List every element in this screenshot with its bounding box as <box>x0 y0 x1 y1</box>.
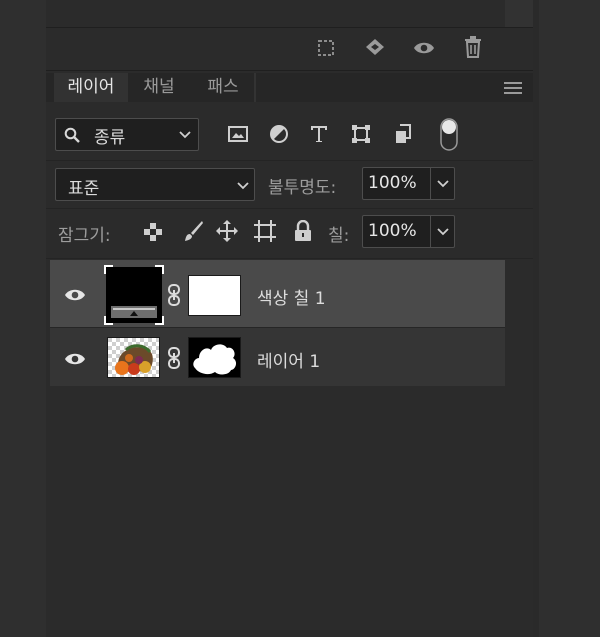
tab-channels[interactable]: 채널 <box>130 73 188 102</box>
chevron-down-icon <box>232 175 254 197</box>
trash-icon[interactable] <box>462 36 484 58</box>
layer-mask-thumbnail[interactable] <box>188 275 241 316</box>
upper-panel-scrollbar[interactable] <box>505 0 533 28</box>
panel-divider <box>46 70 533 71</box>
panel-tab-bar: 레이어 채널 패스 <box>46 73 533 102</box>
tab-paths[interactable]: 패스 <box>192 73 254 102</box>
opacity-input[interactable]: 100% <box>362 167 455 200</box>
layer-name[interactable]: 색상 칠 1 <box>257 284 326 309</box>
lock-image-pixels-icon[interactable] <box>182 220 204 242</box>
filter-type-label: 종류 <box>94 128 126 148</box>
opacity-label: 불투명도: <box>268 178 337 198</box>
lock-all-icon[interactable] <box>292 220 314 242</box>
blend-mode-value: 표준 <box>68 179 100 199</box>
opacity-separator <box>430 168 431 199</box>
lock-position-icon[interactable] <box>216 220 238 242</box>
visibility-eye-icon[interactable] <box>64 284 86 306</box>
left-dock-edge <box>0 0 46 637</box>
layer-row-color-fill[interactable]: 색상 칠 1 <box>50 260 505 327</box>
toolbar-divider <box>46 258 533 259</box>
filter-adjustment-layer-icon[interactable] <box>268 123 290 145</box>
layer-mask-thumbnail[interactable] <box>188 337 241 378</box>
color-fill-thumbnail[interactable] <box>103 264 165 326</box>
filter-type-select[interactable]: 종류 <box>55 118 199 151</box>
tab-layers[interactable]: 레이어 <box>54 73 128 102</box>
chevron-down-icon[interactable] <box>432 173 454 195</box>
lock-artboard-icon[interactable] <box>254 220 276 242</box>
mask-link-icon[interactable] <box>163 347 185 369</box>
fill-label: 칠: <box>328 226 350 246</box>
chevron-down-icon[interactable] <box>432 221 454 243</box>
mask-link-icon[interactable] <box>163 284 185 306</box>
lock-transparent-pixels-icon[interactable] <box>142 221 164 243</box>
tab-separator <box>254 73 256 102</box>
fill-separator <box>430 216 431 247</box>
fill-input[interactable]: 100% <box>362 215 455 248</box>
filter-type-layer-icon[interactable] <box>308 123 330 145</box>
filter-shape-layer-icon[interactable] <box>350 123 372 145</box>
filter-toggle-switch[interactable] <box>440 118 458 151</box>
selection-icon[interactable] <box>315 37 337 59</box>
panel-menu-icon[interactable] <box>502 77 524 99</box>
chevron-down-icon <box>174 124 196 146</box>
filter-pixel-layer-icon[interactable] <box>227 123 249 145</box>
toolbar-divider <box>46 208 533 209</box>
fill-value: 100% <box>368 221 417 241</box>
right-dock-edge <box>539 0 600 637</box>
eye-icon[interactable] <box>413 37 435 59</box>
visibility-eye-icon[interactable] <box>64 348 86 370</box>
filter-smart-object-icon[interactable] <box>392 123 414 145</box>
fruit-basket-image-thumbnail[interactable] <box>107 337 160 378</box>
upper-panel-divider <box>46 27 533 28</box>
blend-mode-select[interactable]: 표준 <box>55 168 255 201</box>
lock-label: 잠그기: <box>58 226 111 246</box>
toolbar-divider <box>46 160 533 161</box>
layer-row-layer-1[interactable]: 레이어 1 <box>50 328 505 386</box>
layer-name[interactable]: 레이어 1 <box>257 347 320 372</box>
search-icon <box>61 124 83 146</box>
opacity-value: 100% <box>368 173 417 193</box>
stamp-icon[interactable] <box>364 37 386 59</box>
